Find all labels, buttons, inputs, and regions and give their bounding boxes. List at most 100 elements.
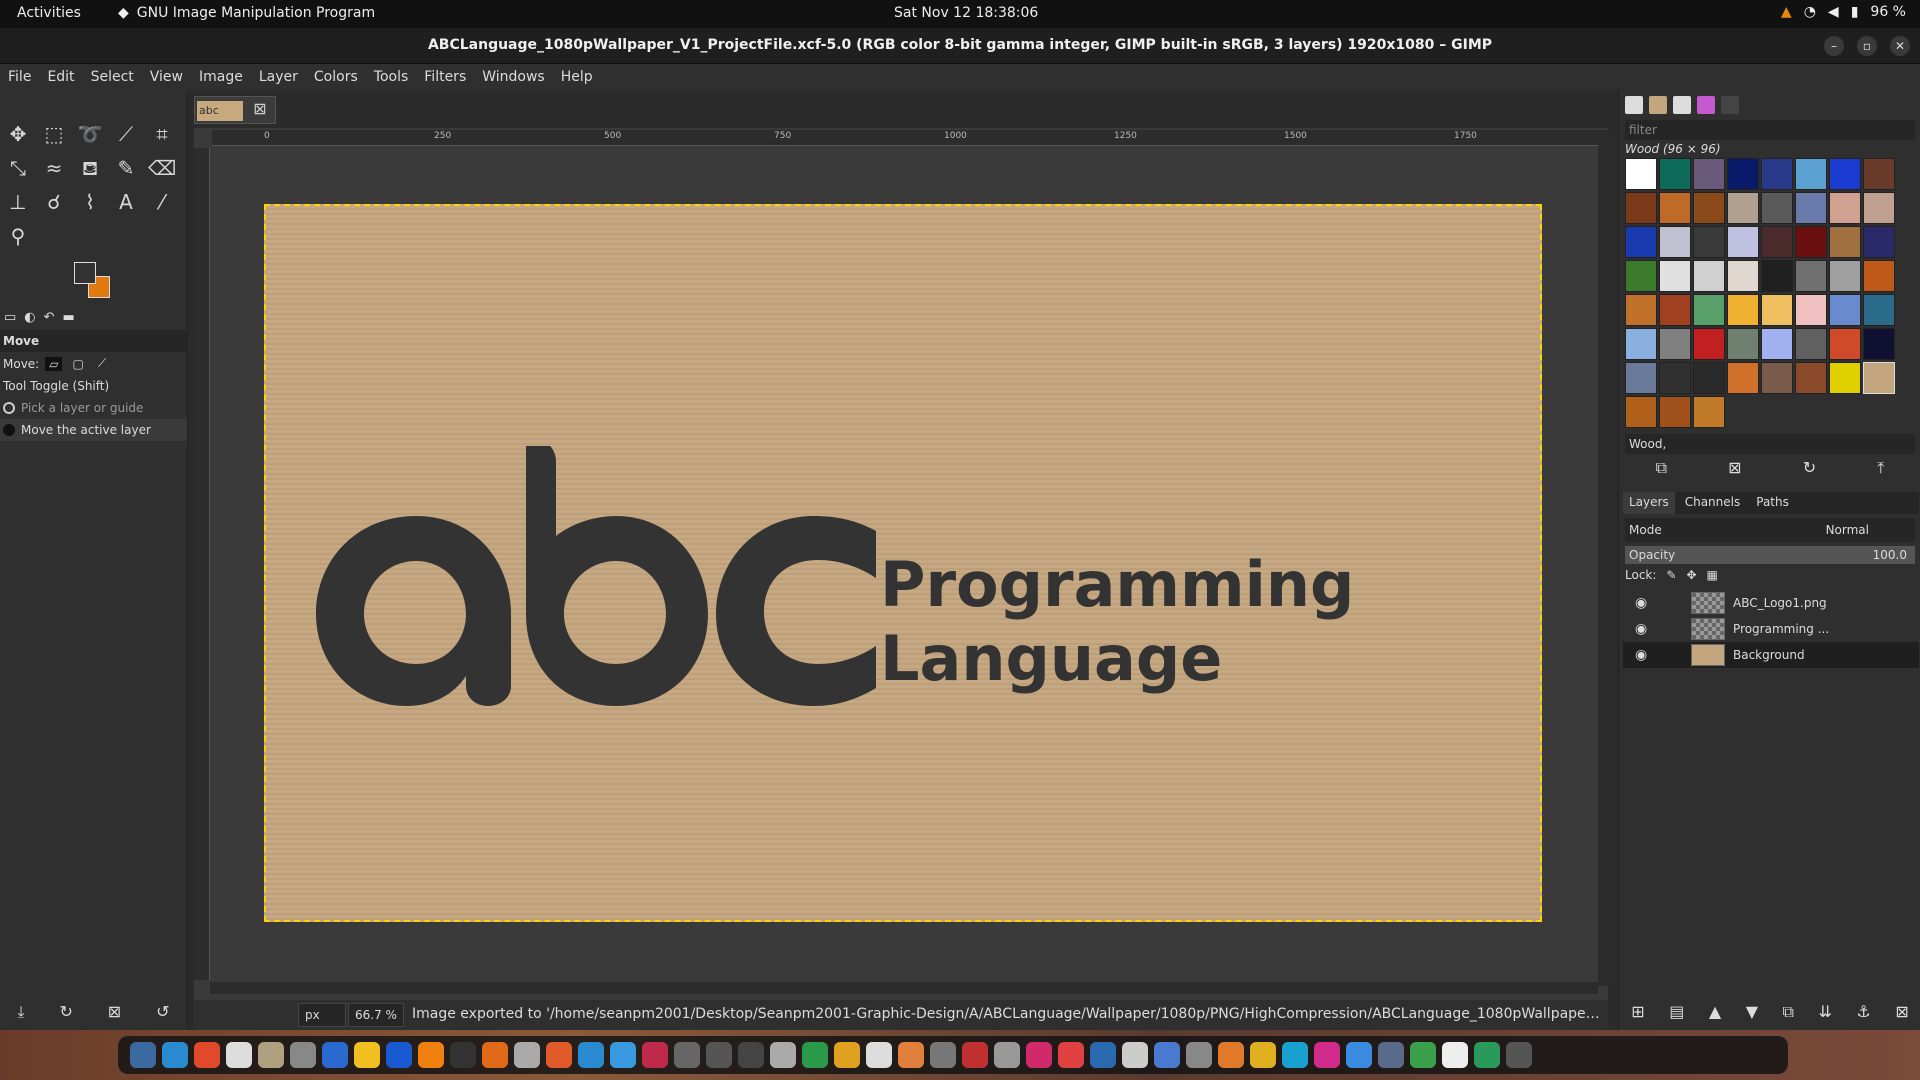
pattern-filter-input[interactable]: filter [1625, 120, 1915, 140]
pattern-swatch[interactable] [1659, 396, 1691, 428]
pattern-swatch[interactable] [1693, 192, 1725, 224]
pattern-swatch[interactable] [1829, 328, 1861, 360]
dock-app-icon[interactable] [994, 1042, 1020, 1068]
rect-select-tool-icon[interactable]: ⬚ [40, 120, 68, 148]
dock-app-icon[interactable] [1026, 1042, 1052, 1068]
open-pattern-icon[interactable]: ⤒ [1877, 458, 1884, 478]
layer-row[interactable]: ◉ Programming ... [1623, 616, 1919, 642]
pattern-swatch[interactable] [1625, 294, 1657, 326]
dock-app-icon[interactable] [1314, 1042, 1340, 1068]
pattern-swatch[interactable] [1795, 192, 1827, 224]
pattern-swatch[interactable] [1625, 158, 1657, 190]
pattern-swatch[interactable] [1795, 362, 1827, 394]
dock-app-icon[interactable] [1186, 1042, 1212, 1068]
new-group-icon[interactable]: ▤ [1669, 1002, 1684, 1022]
layer-row[interactable]: ◉ Background [1623, 642, 1919, 668]
save-options-icon[interactable]: ⤓ [17, 1002, 24, 1022]
dock-app-icon[interactable] [386, 1042, 412, 1068]
pattern-swatch[interactable] [1727, 260, 1759, 292]
merge-layer-icon[interactable]: ⇊ [1819, 1002, 1832, 1022]
pattern-swatch[interactable] [1659, 260, 1691, 292]
opacity-slider[interactable]: Opacity 100.0 [1625, 546, 1915, 564]
dock-app-icon[interactable] [290, 1042, 316, 1068]
pattern-swatch[interactable] [1863, 158, 1895, 190]
clone-tool-icon[interactable]: ⊥ [4, 188, 32, 216]
dock-app-icon[interactable] [642, 1042, 668, 1068]
move-active-layer-option[interactable]: Move the active layer [0, 419, 187, 441]
dock-app-icon[interactable] [322, 1042, 348, 1068]
device-status-tab-icon[interactable]: ◐ [24, 310, 35, 328]
dock-app-icon[interactable] [1442, 1042, 1468, 1068]
pattern-swatch[interactable] [1693, 396, 1725, 428]
bucket-fill-tool-icon[interactable]: ⛾ [76, 154, 104, 182]
refresh-patterns-icon[interactable]: ↻ [1803, 458, 1816, 478]
close-window-button[interactable]: ✕ [1890, 36, 1910, 56]
pattern-swatch[interactable] [1863, 362, 1895, 394]
menu-colors[interactable]: Colors [314, 69, 358, 85]
pattern-swatch[interactable] [1727, 192, 1759, 224]
pattern-swatch[interactable] [1761, 294, 1793, 326]
dock-app-icon[interactable] [546, 1042, 572, 1068]
image-canvas[interactable]: Programming Language [264, 204, 1542, 922]
lock-alpha-icon[interactable]: ▦ [1707, 568, 1718, 582]
pattern-swatch[interactable] [1863, 226, 1895, 258]
vertical-scrollbar[interactable] [1598, 130, 1610, 986]
delete-layer-icon[interactable]: ⊠ [1895, 1002, 1908, 1022]
visibility-eye-icon[interactable]: ◉ [1635, 621, 1653, 637]
lower-layer-icon[interactable]: ▼ [1746, 1002, 1758, 1022]
dock-app-icon[interactable] [674, 1042, 700, 1068]
dock-app-icon[interactable] [450, 1042, 476, 1068]
pattern-swatch[interactable] [1659, 158, 1691, 190]
pattern-swatch[interactable] [1761, 158, 1793, 190]
pattern-swatch[interactable] [1625, 226, 1657, 258]
pattern-swatch[interactable] [1829, 226, 1861, 258]
menu-file[interactable]: File [8, 69, 31, 85]
lock-position-icon[interactable]: ✥ [1686, 568, 1696, 582]
system-status[interactable]: ▲ ◔ ◀ ▮ 96 % [1781, 4, 1906, 20]
menu-view[interactable]: View [150, 69, 183, 85]
pattern-swatch[interactable] [1727, 328, 1759, 360]
pattern-swatch[interactable] [1795, 294, 1827, 326]
unit-select[interactable]: px [298, 1003, 346, 1027]
dock-app-icon[interactable] [1378, 1042, 1404, 1068]
paths-tool-icon[interactable]: ⌇ [76, 188, 104, 216]
duplicate-pattern-icon[interactable]: ⧉ [1656, 458, 1667, 478]
pattern-swatch[interactable] [1761, 362, 1793, 394]
dock-app-icon[interactable] [1154, 1042, 1180, 1068]
smudge-tool-icon[interactable]: ☌ [40, 188, 68, 216]
new-layer-icon[interactable]: ⊞ [1631, 1002, 1644, 1022]
dock-app-icon[interactable] [1250, 1042, 1276, 1068]
dock-app-icon[interactable] [258, 1042, 284, 1068]
opacity-value[interactable]: 100.0 [1873, 546, 1907, 564]
dock-app-icon[interactable] [162, 1042, 188, 1068]
pattern-swatch[interactable] [1795, 158, 1827, 190]
pattern-swatch[interactable] [1863, 328, 1895, 360]
menu-windows[interactable]: Windows [482, 69, 545, 85]
move-layer-icon[interactable]: ▱ [45, 356, 63, 371]
foreground-color[interactable] [74, 262, 96, 284]
dock-app-icon[interactable] [1058, 1042, 1084, 1068]
dock-app-icon[interactable] [1218, 1042, 1244, 1068]
tool-options-tab-icon[interactable]: ▭ [4, 310, 16, 328]
activities-button[interactable]: Activities [17, 5, 81, 21]
menu-edit[interactable]: Edit [47, 69, 74, 85]
delete-options-icon[interactable]: ⊠ [108, 1002, 121, 1022]
menu-layer[interactable]: Layer [259, 69, 298, 85]
pattern-swatch[interactable] [1693, 328, 1725, 360]
pattern-swatch[interactable] [1659, 294, 1691, 326]
dock-app-icon[interactable] [1282, 1042, 1308, 1068]
delete-pattern-icon[interactable]: ⊠ [1728, 458, 1741, 478]
dock-app-icon[interactable] [1122, 1042, 1148, 1068]
zoom-select[interactable]: 66.7 % [348, 1003, 404, 1027]
lasso-tool-icon[interactable]: ➰ [76, 120, 104, 148]
pattern-swatch[interactable] [1659, 328, 1691, 360]
dock-app-icon[interactable] [962, 1042, 988, 1068]
move-path-icon[interactable]: ⟋ [94, 356, 110, 371]
menu-help[interactable]: Help [561, 69, 593, 85]
dock-app-icon[interactable] [1346, 1042, 1372, 1068]
pattern-swatch[interactable] [1761, 192, 1793, 224]
pick-layer-option[interactable]: Pick a layer or guide [0, 397, 187, 419]
pattern-swatch[interactable] [1659, 192, 1691, 224]
pattern-swatch[interactable] [1693, 226, 1725, 258]
pattern-swatch[interactable] [1625, 328, 1657, 360]
